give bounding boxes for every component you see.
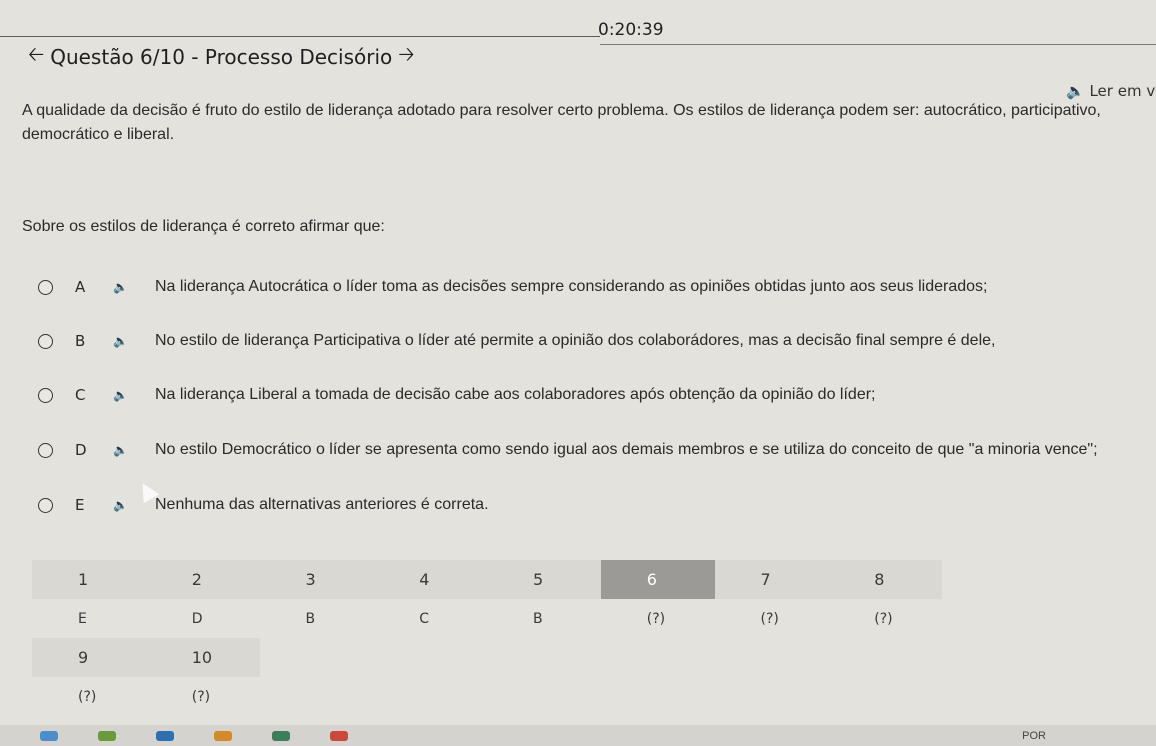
taskbar-app-icon[interactable] (214, 730, 232, 741)
nav-cell-1[interactable]: 1 (32, 560, 146, 599)
question-nav-grid: 1 2 3 4 5 6 7 8 E D B C B (?) (?) (?) 9 … (32, 560, 942, 716)
option-text: Na liderança Liberal a tomada de decisão… (155, 386, 876, 403)
nav-cell-6-active[interactable]: 6 (600, 560, 715, 599)
arrow-left-icon[interactable]: 🡠 (28, 40, 44, 74)
divider (0, 36, 600, 37)
nav-cell-4[interactable]: 4 (373, 560, 487, 599)
arrow-right-icon[interactable]: 🡢 (398, 40, 414, 74)
nav-row-numbers: 1 2 3 4 5 6 7 8 (32, 560, 942, 599)
radio-button[interactable] (38, 333, 53, 349)
nav-answer[interactable]: B (487, 599, 601, 638)
speaker-icon: 🔈 (1066, 82, 1085, 100)
nav-answer[interactable]: (?) (601, 599, 715, 638)
nav-row-answers: E D B C B (?) (?) (?) (32, 599, 942, 638)
option-letter: C (75, 386, 86, 404)
nav-answer[interactable]: (?) (146, 677, 260, 716)
speaker-icon[interactable]: 🔈 (113, 334, 155, 348)
nav-cell-8[interactable]: 8 (828, 560, 942, 599)
radio-button[interactable] (38, 497, 53, 513)
option-text: Nenhuma das alternativas anteriores é co… (155, 496, 489, 513)
taskbar-app-icon[interactable] (98, 730, 116, 741)
question-header: 🡠 Questão 6/10 - Processo Decisório 🡢 (22, 40, 421, 74)
option-text: Na liderança Autocrática o líder toma as… (155, 278, 988, 295)
option-d[interactable]: D 🔈 No estilo Democrático o líder se apr… (38, 441, 1098, 459)
speaker-icon[interactable]: 🔈 (113, 388, 155, 402)
nav-cell-3[interactable]: 3 (259, 560, 374, 599)
taskbar-app-icon[interactable] (330, 730, 348, 741)
taskbar-app-icon[interactable] (272, 730, 290, 741)
speaker-icon[interactable]: 🔈 (113, 443, 155, 457)
nav-answer[interactable]: E (32, 599, 146, 638)
speaker-icon[interactable]: 🔈 (113, 280, 155, 294)
read-aloud-button[interactable]: 🔈 Ler em v (1066, 82, 1155, 100)
nav-answer[interactable]: B (260, 599, 374, 638)
divider (600, 44, 1156, 45)
question-text: Sobre os estilos de liderança é correto … (22, 218, 385, 235)
option-b[interactable]: B 🔈 No estilo de liderança Participativa… (38, 332, 995, 350)
statement-text: A qualidade da decisão é fruto do estilo… (22, 102, 1101, 143)
page-title: Questão 6/10 - Processo Decisório (50, 45, 393, 69)
nav-cell-7[interactable]: 7 (714, 560, 829, 599)
nav-answer[interactable]: (?) (715, 599, 829, 638)
option-text: No estilo de liderança Participativa o l… (155, 332, 996, 349)
language-indicator[interactable]: POR (1022, 730, 1046, 742)
option-a[interactable]: A 🔈 Na liderança Autocrática o líder tom… (38, 278, 987, 296)
nav-answer[interactable]: D (146, 599, 260, 638)
radio-button[interactable] (38, 387, 53, 403)
nav-row-answers-2: (?) (?) (32, 677, 942, 716)
radio-button[interactable] (38, 442, 53, 458)
taskbar-app-icon[interactable] (156, 730, 174, 741)
radio-button[interactable] (38, 279, 53, 295)
nav-cell-10[interactable]: 10 (145, 638, 260, 677)
nav-cell-9[interactable]: 9 (32, 638, 146, 677)
nav-cell-5[interactable]: 5 (487, 560, 601, 599)
option-text: No estilo Democrático o líder se apresen… (155, 441, 1098, 458)
option-c[interactable]: C 🔈 Na liderança Liberal a tomada de dec… (38, 386, 876, 404)
taskbar-app-icon[interactable] (40, 730, 58, 741)
nav-answer[interactable]: C (373, 599, 487, 638)
nav-cell-2[interactable]: 2 (145, 560, 260, 599)
option-letter: A (75, 278, 86, 296)
option-letter: B (75, 332, 86, 350)
nav-row-numbers-2: 9 10 (32, 638, 260, 677)
option-letter: E (75, 496, 85, 514)
option-letter: D (75, 441, 87, 459)
timer: 0:20:39 (598, 20, 664, 40)
read-aloud-label: Ler em v (1089, 82, 1156, 100)
nav-answer[interactable]: (?) (828, 599, 942, 638)
os-taskbar: POR (0, 725, 1156, 746)
option-e[interactable]: E 🔈 Nenhuma das alternativas anteriores … (38, 496, 489, 514)
nav-answer[interactable]: (?) (32, 677, 146, 716)
